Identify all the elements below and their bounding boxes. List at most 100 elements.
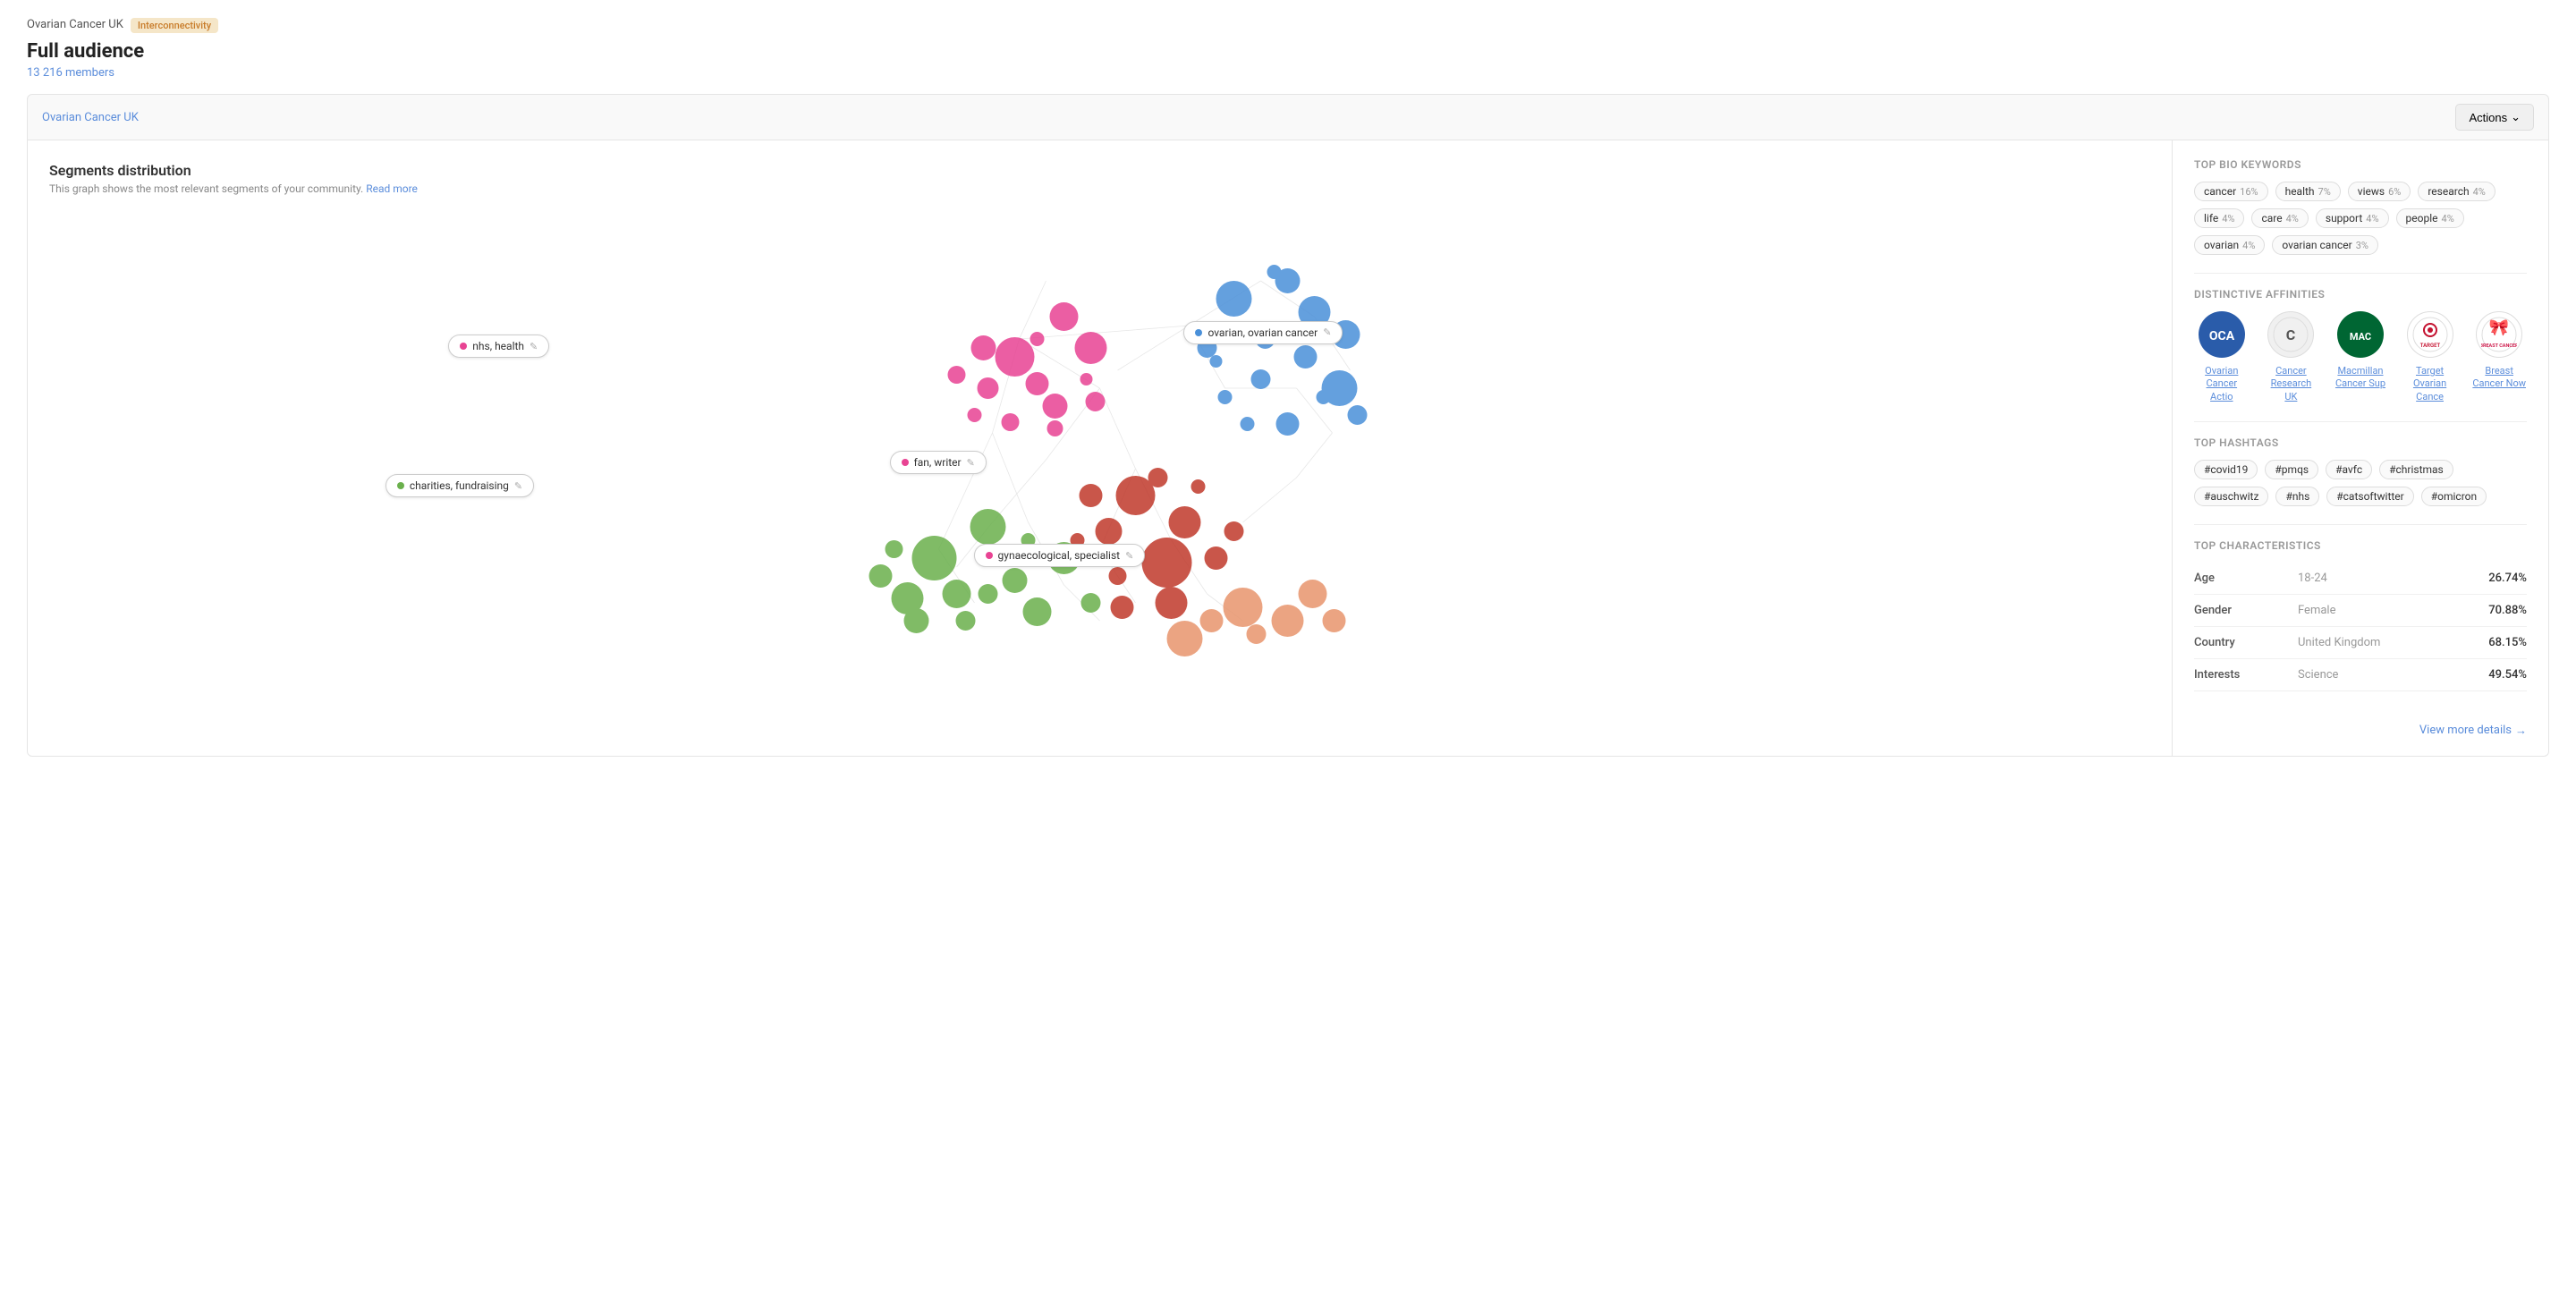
affinity-cancer-research[interactable]: C Cancer Research UK [2264,311,2319,403]
graph-area: nhs, health ✎ ovarian, ovarian cancer ✎ … [49,209,2150,674]
affinity-breast-cancer-now[interactable]: 🎀 BREAST CANCER Breast Cancer Now [2471,311,2527,403]
affinity-avatar: MAC [2337,311,2384,358]
edit-icon[interactable]: ✎ [514,480,522,492]
view-more-text: View more details [2419,724,2512,737]
affinities-grid: OCA Ovarian Cancer Actio C Cancer Re [2194,311,2527,403]
svg-text:MAC: MAC [2350,331,2371,343]
actions-button[interactable]: Actions ⌄ [2455,104,2534,131]
keywords-wrap: cancer16% health7% views6% research4% li… [2194,182,2527,255]
hashtag-pmqs[interactable]: #pmqs [2265,460,2318,479]
graph-subtitle: This graph shows the most relevant segme… [49,182,2150,195]
svg-text:🎀: 🎀 [2489,318,2509,337]
divider-2 [2194,421,2527,422]
page-title: Full audience [27,40,2549,63]
affinity-avatar: OCA [2199,311,2245,358]
members-count: 13 216 members [27,66,2549,80]
affinity-target-ovarian[interactable]: TARGET Target Ovarian Cance [2402,311,2458,403]
keyword-ovarian: ovarian4% [2194,235,2265,255]
segment-label-text: ovarian, ovarian cancer [1208,326,1318,339]
char-pct: 68.15% [2488,636,2527,649]
graph-title: Segments distribution [49,162,2150,179]
affinity-name[interactable]: Breast Cancer Now [2471,365,2527,391]
edit-icon[interactable]: ✎ [1323,326,1331,338]
char-value: United Kingdom [2284,636,2488,649]
affinity-ovarian-action[interactable]: OCA Ovarian Cancer Actio [2194,311,2250,403]
divider-3 [2194,524,2527,525]
segment-label-text: nhs, health [472,340,524,352]
characteristics-title: Top characteristics [2194,539,2527,552]
segment-label-text: gynaecological, specialist [998,549,1121,562]
org-name: Ovarian Cancer UK [27,18,123,31]
chevron-down-icon: ⌄ [2511,110,2521,124]
characteristics-section: Top characteristics Age 18-24 26.74% Gen… [2194,539,2527,691]
hashtag-christmas[interactable]: #christmas [2379,460,2453,479]
hashtag-covid19[interactable]: #covid19 [2194,460,2258,479]
view-more-link[interactable]: View more details → [2419,724,2527,738]
affinity-name[interactable]: Macmillan Cancer Sup [2333,365,2388,391]
segment-gynaecological[interactable]: gynaecological, specialist ✎ [974,544,1146,567]
char-label: Gender [2194,604,2284,617]
segment-dot [902,459,909,466]
affinity-name[interactable]: Target Ovarian Cance [2402,365,2458,403]
keyword-research: research4% [2418,182,2496,201]
hashtag-omicron[interactable]: #omicron [2421,487,2487,506]
segment-dot [460,343,467,350]
network-graph [49,209,2150,674]
segment-charities[interactable]: charities, fundraising ✎ [386,474,534,497]
char-value: 18-24 [2284,572,2488,585]
hashtag-catsoftwitter[interactable]: #catsoftwitter [2326,487,2413,506]
segment-ovarian[interactable]: ovarian, ovarian cancer ✎ [1183,321,1343,344]
segment-dot [397,482,404,489]
char-row-country: Country United Kingdom 68.15% [2194,627,2527,659]
hashtag-avfc[interactable]: #avfc [2326,460,2372,479]
edit-icon[interactable]: ✎ [967,457,975,469]
affinity-macmillan[interactable]: MAC Macmillan Cancer Sup [2333,311,2388,403]
svg-text:TARGET: TARGET [2419,343,2440,349]
content-header: Ovarian Cancer UK Actions ⌄ [27,94,2549,140]
affinity-avatar: C [2267,311,2314,358]
read-more-link[interactable]: Read more [366,182,418,195]
affinities-section: Distinctive affinities OCA Ovarian Cance… [2194,288,2527,403]
char-label: Age [2194,572,2284,585]
keyword-life: life4% [2194,208,2244,228]
segment-dot [1195,329,1202,336]
char-label: Interests [2194,668,2284,682]
segment-nhs-health[interactable]: nhs, health ✎ [448,335,549,358]
arrow-right-icon: → [2515,724,2527,738]
svg-text:BREAST CANCER: BREAST CANCER [2481,343,2517,349]
actions-label: Actions [2469,111,2507,124]
hashtag-auschwitz[interactable]: #auschwitz [2194,487,2268,506]
affinity-name[interactable]: Cancer Research UK [2264,365,2319,403]
char-pct: 70.88% [2488,604,2527,617]
segment-label-text: charities, fundraising [410,479,509,492]
keyword-ovarian-cancer: ovarian cancer3% [2272,235,2378,255]
bio-keywords-section: Top bio keywords cancer16% health7% view… [2194,158,2527,255]
char-label: Country [2194,636,2284,649]
char-row-age: Age 18-24 26.74% [2194,563,2527,595]
right-panel: Top bio keywords cancer16% health7% view… [2173,140,2548,756]
bio-keywords-title: Top bio keywords [2194,158,2527,171]
breadcrumb[interactable]: Ovarian Cancer UK [42,111,139,124]
keyword-cancer: cancer16% [2194,182,2268,201]
hashtag-nhs[interactable]: #nhs [2275,487,2319,506]
char-value: Science [2284,668,2488,682]
top-bar: Ovarian Cancer UK Interconnectivity [27,18,2549,33]
hashtags-section: Top hashtags #covid19 #pmqs #avfc #chris… [2194,436,2527,506]
char-pct: 49.54% [2488,668,2527,682]
edit-icon[interactable]: ✎ [530,341,538,352]
char-value: Female [2284,604,2488,617]
segment-fan-writer[interactable]: fan, writer ✎ [890,451,987,474]
graph-panel: Segments distribution This graph shows t… [28,140,2173,756]
char-row-interests: Interests Science 49.54% [2194,659,2527,691]
edit-icon[interactable]: ✎ [1125,550,1133,562]
svg-text:OCA: OCA [2209,329,2235,343]
view-more[interactable]: View more details → [2194,709,2527,738]
main-content: Segments distribution This graph shows t… [27,140,2549,757]
keyword-people: people4% [2396,208,2464,228]
keyword-health: health7% [2275,182,2341,201]
segment-dot [986,552,993,559]
affinity-avatar: 🎀 BREAST CANCER [2476,311,2522,358]
char-pct: 26.74% [2488,572,2527,585]
keyword-care: care4% [2251,208,2308,228]
affinity-name[interactable]: Ovarian Cancer Actio [2194,365,2250,403]
